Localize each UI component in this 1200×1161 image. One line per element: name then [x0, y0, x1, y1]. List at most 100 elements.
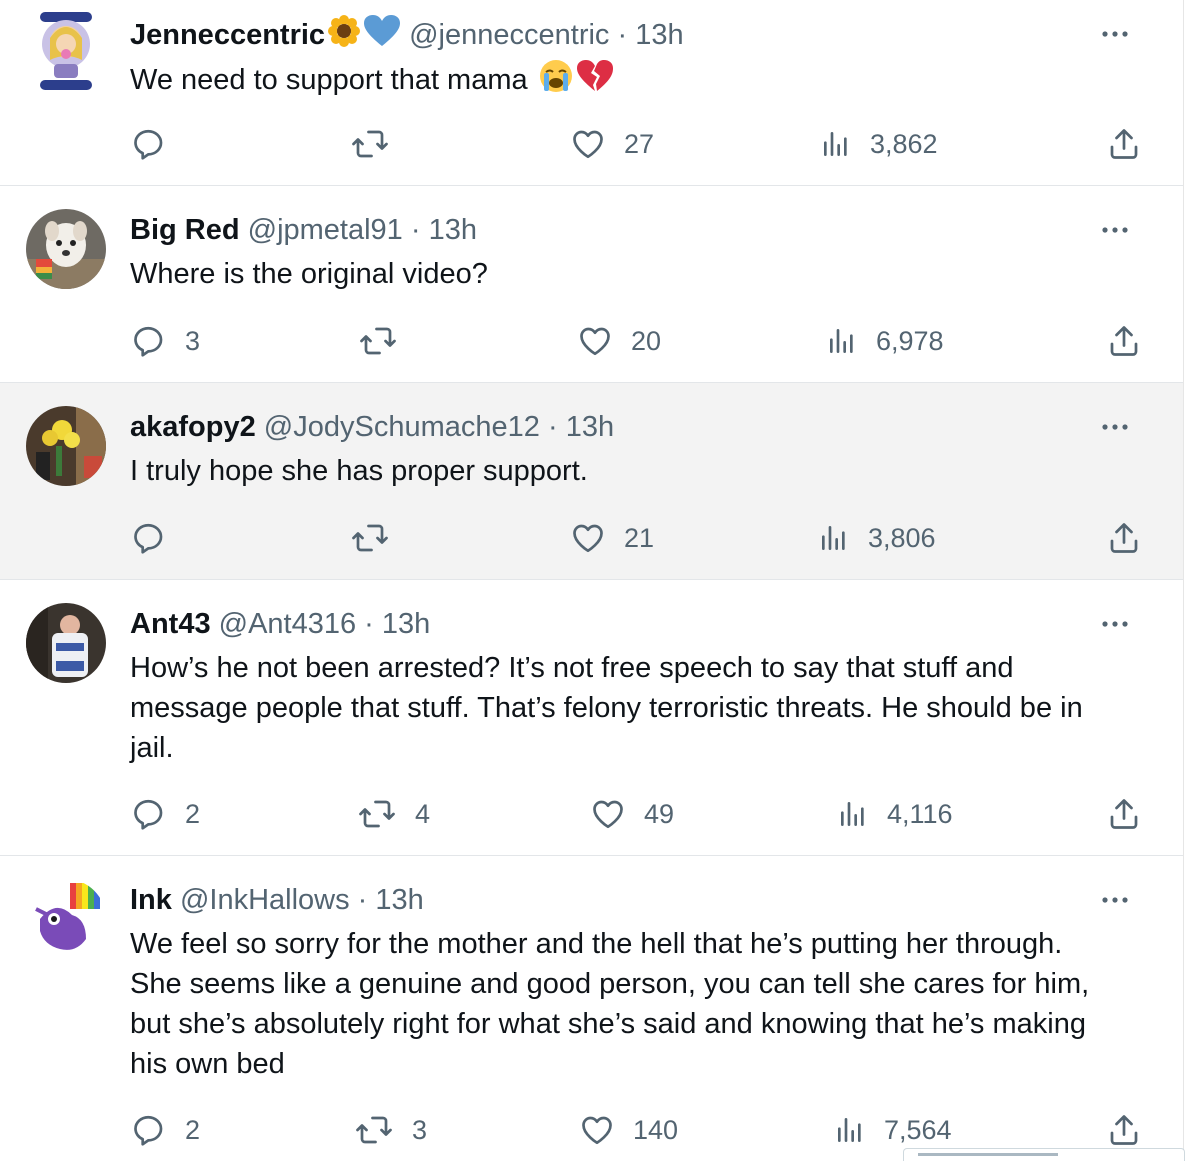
tweet-text: How’s he not been arrested? It’s not fre… [130, 648, 1160, 768]
views-button[interactable]: 3,806 [818, 516, 936, 556]
timestamp[interactable]: 13h [375, 884, 423, 916]
retweet-button[interactable]: 3 [354, 1108, 427, 1148]
like-button[interactable]: 49 [590, 792, 674, 832]
retweet-count: 4 [415, 798, 431, 829]
retweet-icon [352, 524, 388, 552]
broken-heart-icon [576, 59, 614, 104]
blue-heart-icon [363, 14, 401, 59]
tweet-akafopy2[interactable]: akafopy2 @JodySchumache12 · 13h I truly … [0, 383, 1183, 580]
handle[interactable]: @Ant4316 [219, 608, 356, 640]
share-icon [1110, 1115, 1138, 1145]
retweet-count: 3 [412, 1114, 428, 1145]
more-icon[interactable] [1100, 218, 1130, 242]
reply-button[interactable] [131, 122, 185, 162]
views-button[interactable]: 3,862 [820, 122, 938, 162]
avatar[interactable] [26, 406, 106, 486]
tweet-text-content: We need to support that mama [130, 64, 528, 97]
timestamp[interactable]: 13h [635, 19, 683, 51]
views-icon [822, 525, 845, 550]
retweet-icon [356, 1116, 392, 1144]
retweet-icon [352, 130, 388, 158]
tweet-header: Ink @InkHallows · 13h [130, 884, 424, 916]
tweet-header: Big Red @jpmetal91 · 13h [130, 214, 477, 246]
sunflower-icon [327, 14, 361, 59]
share-button[interactable] [1106, 1108, 1142, 1148]
views-icon [841, 801, 864, 826]
share-button[interactable] [1106, 792, 1142, 832]
like-count: 27 [624, 128, 655, 159]
heart-icon [580, 327, 610, 355]
share-icon [1110, 523, 1138, 553]
view-count: 3,862 [870, 128, 938, 159]
like-button[interactable]: 140 [579, 1108, 678, 1148]
heart-icon [573, 130, 603, 158]
views-button[interactable]: 6,978 [826, 319, 944, 359]
more-icon[interactable] [1100, 22, 1130, 46]
more-icon[interactable] [1100, 415, 1130, 439]
tweet-ink[interactable]: Ink @InkHallows · 13h We feel so sorry f… [0, 856, 1183, 1160]
display-name[interactable]: akafopy2 [130, 411, 256, 443]
reply-button[interactable]: 2 [131, 1108, 200, 1148]
loudly-crying-face-icon [538, 58, 574, 105]
tweet-text-line: She seems like a genuine and good person… [130, 968, 1090, 1000]
reply-button[interactable] [131, 516, 185, 556]
more-icon[interactable] [1100, 888, 1130, 912]
tweet-text-line: We feel so sorry for the mother and the … [130, 928, 1063, 960]
display-name[interactable]: Jenneccentric [130, 19, 325, 51]
more-icon[interactable] [1100, 612, 1130, 636]
like-button[interactable]: 27 [570, 122, 654, 162]
handle[interactable]: @InkHallows [180, 884, 350, 916]
timestamp[interactable]: 13h [429, 214, 477, 246]
handle[interactable]: @jpmetal91 [248, 214, 403, 246]
views-button[interactable]: 4,116 [837, 792, 953, 832]
timestamp[interactable]: 13h [382, 608, 430, 640]
avatar[interactable] [26, 209, 106, 289]
display-name[interactable]: Ink [130, 884, 172, 916]
tweet-jenneccentric[interactable]: Jenneccentric @jenneccentric · 13h We ne… [0, 0, 1183, 186]
heart-icon [573, 524, 603, 552]
display-name[interactable]: Ant43 [130, 608, 211, 640]
display-name[interactable]: Big Red [130, 214, 240, 246]
like-button[interactable]: 20 [577, 319, 661, 359]
view-count: 6,978 [876, 325, 944, 356]
retweet-button[interactable]: 4 [357, 792, 430, 832]
tweet-text: I truly hope she has proper support. [130, 451, 1160, 491]
tweet-text-content: I truly hope she has proper support. [130, 455, 588, 487]
avatar[interactable] [26, 603, 106, 683]
tweet-header: akafopy2 @JodySchumache12 · 13h [130, 411, 615, 443]
tweet-text: Where is the original video? [130, 254, 1160, 294]
handle[interactable]: @JodySchumache12 [264, 411, 540, 443]
tweet-text-line: but she’s absolutely right for what she’… [130, 1008, 1086, 1040]
overlapping-screenshot-edge [903, 1148, 1185, 1161]
column-border [1183, 0, 1184, 1160]
tweet-text-line: How’s he not been arrested? It’s not fre… [130, 652, 1014, 684]
like-button[interactable]: 21 [570, 516, 654, 556]
tweet-big-red[interactable]: Big Red @jpmetal91 · 13h Where is the or… [0, 186, 1183, 383]
reply-feed: Jenneccentric @jenneccentric · 13h We ne… [0, 0, 1200, 1161]
retweet-button[interactable] [350, 122, 408, 162]
avatar[interactable] [26, 879, 106, 959]
timestamp[interactable]: 13h [566, 411, 614, 443]
handle[interactable]: @jenneccentric [409, 19, 609, 51]
tweet-ant43[interactable]: Ant43 @Ant4316 · 13h How’s he not been a… [0, 580, 1183, 856]
views-button[interactable]: 7,564 [834, 1108, 952, 1148]
retweet-button[interactable] [350, 516, 408, 556]
heart-icon [593, 800, 623, 828]
views-icon [824, 131, 847, 156]
reply-count: 2 [185, 798, 201, 829]
reply-button[interactable]: 2 [131, 792, 200, 832]
retweet-icon [359, 800, 395, 828]
reply-button[interactable]: 3 [131, 319, 200, 359]
share-button[interactable] [1106, 122, 1142, 162]
share-icon [1110, 799, 1138, 829]
tweet-text-line: his own bed [130, 1048, 285, 1080]
share-button[interactable] [1106, 516, 1142, 556]
avatar[interactable] [34, 8, 98, 92]
tweet-text: We need to support that mama [130, 58, 1160, 105]
like-count: 140 [633, 1114, 679, 1145]
share-button[interactable] [1106, 319, 1142, 359]
tweet-text-content: Where is the original video? [130, 258, 488, 290]
views-icon [830, 328, 853, 353]
like-count: 21 [624, 522, 655, 553]
retweet-button[interactable] [358, 319, 416, 359]
